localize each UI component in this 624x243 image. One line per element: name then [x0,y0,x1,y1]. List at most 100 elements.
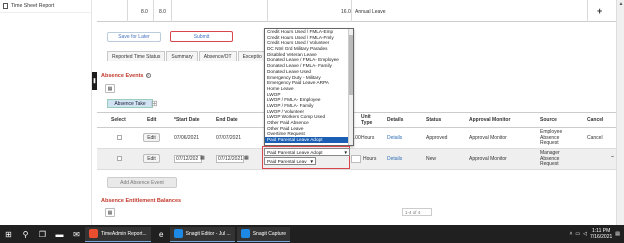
table-header: Select Edit *Start Date End Date Unit Ty… [97,112,616,128]
help-icon[interactable]: ? [145,73,151,79]
status-value: New [426,156,437,162]
main-content: 8.0 8.0 16.0 Annual Leave + Save for Lat… [97,0,624,225]
grid-divider [127,0,128,22]
chrome-icon [89,229,98,238]
taskbar-app-snagit-editor[interactable]: Snagit Editor - Jul ... [169,226,235,242]
document-icon [3,3,8,9]
col-unit-type: Unit Type [361,114,373,126]
save-for-later-button[interactable]: Save for Later [107,32,161,42]
add-absence-event-button[interactable]: Add Absence Event [107,177,177,188]
tab-absence-ot[interactable]: Absence/OT [198,51,237,61]
col-end-date: End Date [216,117,238,123]
row-select-checkbox[interactable] [117,156,122,161]
details-link[interactable]: Details [387,156,402,162]
status-value: Approved [426,135,448,141]
outlook-icon[interactable]: ✉ [70,228,83,241]
tab-reported-time-status[interactable]: Reported Time Status [107,51,166,61]
system-tray: ˄ ▭ ◁ 1:11 PM 7/16/2021 ▤ [570,228,624,240]
col-details: Details [387,117,404,123]
chevron-up-icon[interactable]: ˄ [570,231,573,237]
source-value: Employee Absence Request [540,129,563,146]
table-row: Edit 07/12/202 ▦ 07/12/2021 ▦ Hours Deta… [97,149,616,170]
delete-row-icon[interactable]: − [611,154,614,160]
notification-icon[interactable]: ▤ [615,231,620,237]
dropdown-options: Credit Hours Used / FMLA-Emp Credit Hours… [265,29,353,143]
submit-button[interactable]: Submit [170,31,233,42]
clock[interactable]: 1:11 PM 7/16/2021 [590,228,612,240]
row-select-checkbox[interactable] [117,135,122,140]
col-status: Status [426,117,442,123]
page-scrollbar[interactable]: ▲ [616,0,624,225]
col-select: Select [111,117,126,123]
app-window: Time Sheet Report ❚ 8.0 8.0 16.0 Annual … [0,0,624,225]
snagit-icon [240,229,250,238]
absence-reason-select[interactable]: Paid Parental Leav ▼ [264,157,316,165]
taskbar-app-snagit-capture[interactable]: Snagit Capture [236,226,291,242]
pager[interactable]: 1-4 of 4 [402,208,432,216]
tab-exceptions[interactable]: Exceptio [237,51,267,61]
scroll-up-icon[interactable]: ▲ [617,0,624,8]
absence-events-heading: Absence Events? [101,73,151,79]
show-all-columns-icon[interactable]: ⊞ [151,99,158,108]
col-start-date: *Start Date [174,117,200,123]
entitlement-heading: Absence Entitlement Balances [101,198,182,204]
calendar-icon[interactable]: ▦ [200,155,205,161]
col-approval-monitor: Approval Monitor [469,117,511,123]
grid-personalize-icon[interactable]: ▦ [105,84,115,93]
edit-button[interactable]: Edit [143,154,160,163]
grid-divider [267,0,268,22]
search-icon[interactable]: ⚲ [19,228,32,241]
dropdown-scrollbar[interactable] [348,29,353,145]
sidebar-item-label: Time Sheet Report [11,3,55,9]
details-link[interactable]: Details [387,135,402,141]
tab-summary[interactable]: Summary [166,51,198,61]
end-date: 07/07/2021 [216,135,242,141]
start-date: 07/06/2021 [174,135,200,141]
timesheet-grid-tail: 8.0 8.0 16.0 Annual Leave + [97,0,616,22]
grid-total: 16.0 [341,9,351,15]
absence-name-value: Paid Parental Leave Adopt [267,150,323,155]
tab-bar: Reported Time Status Summary Absence/OT … [107,51,268,61]
absence-name-dropdown-list[interactable]: Credit Hours Used / FMLA-Emp Credit Hours… [264,28,354,146]
grid-value: 8.0 [159,9,166,15]
start-date-input[interactable]: 07/12/202 [174,155,202,163]
section-title-text: Absence Events [101,73,144,79]
windows-start-icon[interactable]: ⊞ [2,228,15,241]
table-row: Edit 07/06/2021 07/07/2021 3.00 Hours De… [97,128,616,149]
sidebar-item-time-sheet-report[interactable]: Time Sheet Report [0,0,91,13]
edit-button[interactable]: Edit [143,133,160,142]
file-explorer-icon[interactable]: ▬ [53,228,66,241]
grid-divider [171,0,172,22]
col-source: Source [540,117,557,123]
duration-input[interactable] [351,155,361,163]
end-date-input[interactable]: 07/12/2021 [216,155,244,163]
col-edit: Edit [147,117,157,123]
dropdown-scroll-thumb[interactable] [349,35,353,95]
calendar-icon[interactable]: ▦ [244,155,249,161]
taskbar-app-label: Snagit Editor - Jul ... [185,230,231,237]
chevron-down-icon: ▼ [309,159,314,164]
grid-divider [153,0,154,22]
add-row-icon[interactable]: + [597,6,602,16]
col-cancel: Cancel [587,117,604,123]
network-icon[interactable]: ▭ [575,231,580,237]
unit-type: Hours [363,156,377,162]
chevron-down-icon: ▼ [343,150,348,155]
grid-divider [351,0,352,22]
taskbar-app-timeadmin[interactable]: TimeAdmin Report... [85,226,151,242]
snagit-icon [173,229,183,238]
absence-name-select[interactable]: Paid Parental Leave Adopt ▼ [264,148,350,156]
task-view-icon[interactable]: ❐ [36,228,49,241]
edge-icon[interactable]: e [155,228,168,241]
approval-monitor-value: Approval Monitor [469,156,507,162]
cancel-link[interactable]: Cancel [587,135,603,141]
left-panel: Time Sheet Report [0,0,92,225]
source-value: Manager Absence Request [540,150,560,167]
absence-take-tab[interactable]: Absence Take [107,99,153,108]
taskbar-app-label: TimeAdmin Report... [101,230,147,237]
grid-personalize-icon[interactable]: ▦ [105,208,115,217]
volume-icon[interactable]: ◁ [583,231,587,237]
unit-type: Hours [361,135,375,141]
dropdown-option[interactable]: Paid Parental Leave Adopt [265,137,353,143]
grid-divider [587,0,588,22]
